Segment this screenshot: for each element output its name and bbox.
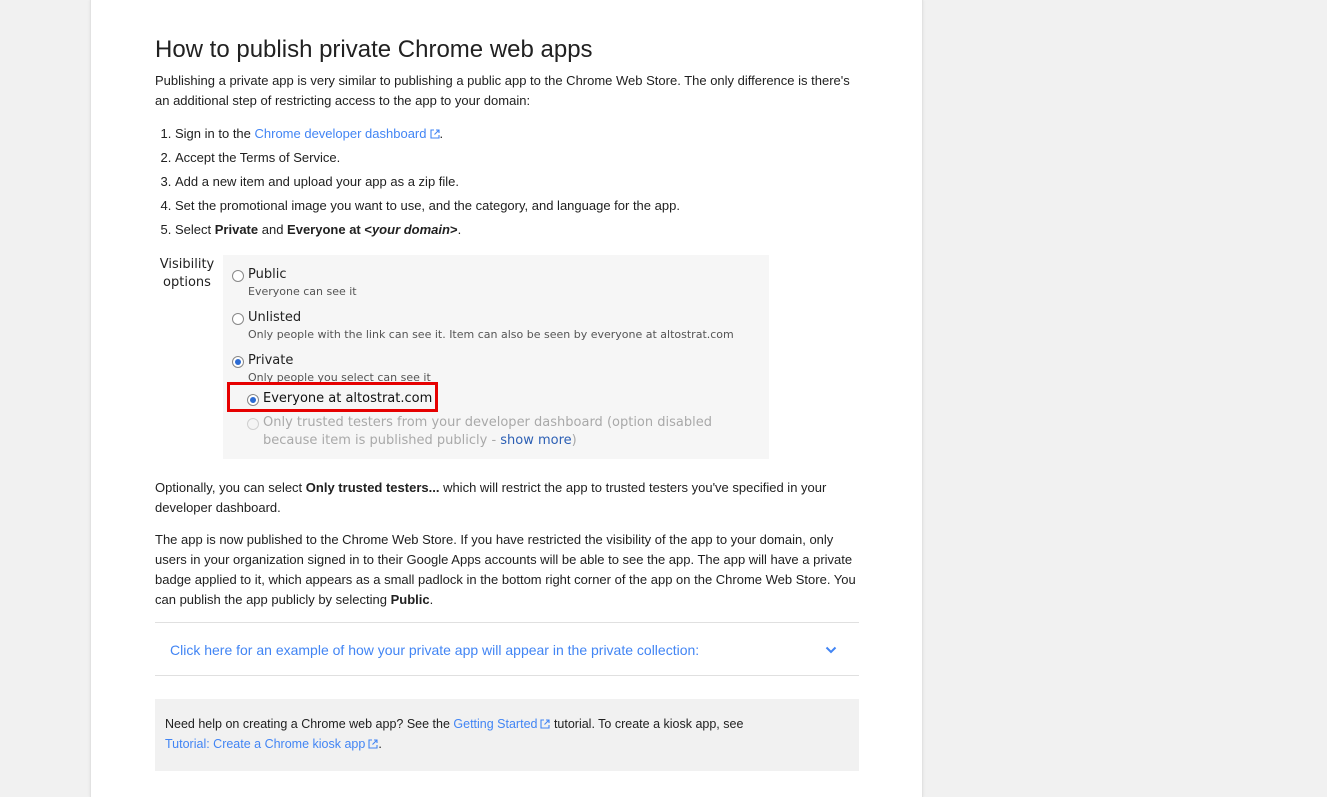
optional-paragraph: Optionally, you can select Only trusted … — [155, 480, 827, 515]
public-radio[interactable] — [232, 270, 244, 282]
step-2: Accept the Terms of Service. — [175, 146, 865, 170]
getting-started-link[interactable]: Getting Started — [453, 717, 551, 731]
developer-dashboard-link[interactable]: Chrome developer dashboard — [255, 126, 440, 141]
steps-list: Sign in to the Chrome developer dashboar… — [155, 122, 865, 242]
external-link-icon — [429, 129, 440, 139]
article-page: How to publish private Chrome web apps P… — [90, 0, 923, 797]
step-5: Select Private and Everyone at <your dom… — [175, 218, 865, 242]
chevron-down-icon[interactable] — [825, 645, 837, 655]
unlisted-radio[interactable] — [232, 313, 244, 325]
page-title: How to publish private Chrome web apps — [155, 36, 593, 63]
external-link-icon — [368, 739, 378, 749]
show-more-link[interactable]: show more — [500, 433, 571, 448]
private-radio[interactable] — [232, 356, 244, 368]
step-3: Add a new item and upload your app as a … — [175, 170, 865, 194]
help-note: Need help on creating a Chrome web app? … — [155, 699, 859, 771]
accordion-label: Click here for an example of how your pr… — [170, 642, 700, 658]
intro-paragraph: Publishing a private app is very similar… — [155, 73, 850, 108]
visibility-options-label: Visibility options — [159, 257, 215, 290]
visibility-options-panel: Public Everyone can see it Unlisted Only… — [223, 255, 769, 459]
trusted-testers-radio — [247, 418, 259, 430]
step-4: Set the promotional image you want to us… — [175, 194, 865, 218]
published-paragraph: The app is now published to the Chrome W… — [155, 532, 856, 607]
private-collection-accordion[interactable]: Click here for an example of how your pr… — [155, 622, 859, 676]
external-link-icon — [540, 719, 551, 729]
kiosk-tutorial-link[interactable]: Tutorial: Create a Chrome kiosk app — [165, 737, 378, 751]
highlight-box — [227, 382, 438, 412]
step-1: Sign in to the Chrome developer dashboar… — [175, 122, 865, 146]
